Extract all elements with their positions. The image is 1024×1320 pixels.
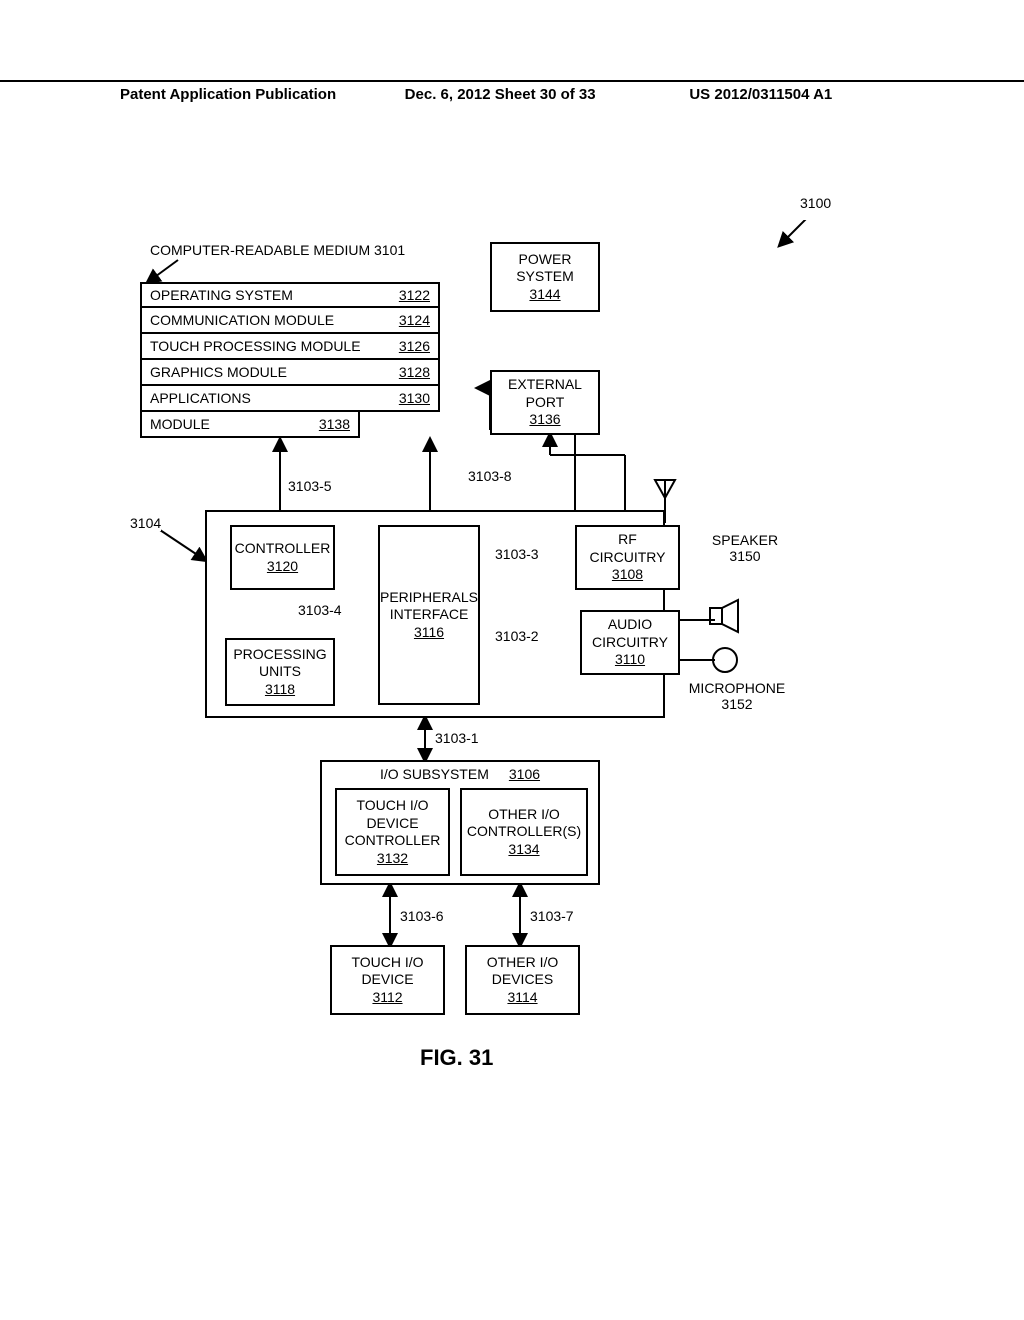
box-audio: AUDIO CIRCUITRY 3110	[580, 610, 680, 675]
processing-label: PROCESSING UNITS	[233, 646, 327, 681]
row-touchproc-label: TOUCH PROCESSING MODULE	[150, 338, 391, 354]
peripherals-label: PERIPHERALS INTERFACE	[380, 589, 478, 624]
ref-3100: 3100	[800, 195, 831, 211]
rf-label: RF CIRCUITRY	[583, 531, 672, 566]
ref-3103-8: 3103-8	[468, 468, 512, 484]
processing-ref: 3118	[265, 681, 295, 699]
box-extport: EXTERNAL PORT 3136	[490, 370, 600, 435]
box-controller: CONTROLLER 3120	[230, 525, 335, 590]
row-graphics: GRAPHICS MODULE 3128	[140, 360, 440, 386]
extport-label: EXTERNAL PORT	[498, 376, 592, 411]
touchctrl-ref: 3132	[377, 850, 408, 868]
controller-label: CONTROLLER	[235, 540, 331, 558]
ref-3103-5: 3103-5	[288, 478, 332, 494]
ref-3103-4: 3103-4	[298, 602, 342, 618]
row-comm-ref: 3124	[399, 312, 430, 328]
row-comm-label: COMMUNICATION MODULE	[150, 312, 391, 328]
microphone-icon	[710, 645, 740, 675]
row-graphics-ref: 3128	[399, 364, 430, 380]
row-module-label: MODULE	[150, 416, 311, 432]
row-os: OPERATING SYSTEM 3122	[140, 282, 440, 308]
touchdev-ref: 3112	[372, 989, 402, 1007]
power-ref: 3144	[529, 286, 560, 304]
power-label: POWER SYSTEM	[498, 251, 592, 286]
ref-3103-2: 3103-2	[495, 628, 539, 644]
speaker-icon	[708, 598, 748, 638]
header-left: Patent Application Publication	[0, 86, 405, 103]
box-power: POWER SYSTEM 3144	[490, 242, 600, 312]
touchdev-label: TOUCH I/O DEVICE	[338, 954, 437, 989]
ref-3104: 3104	[130, 515, 161, 531]
diagram: 3100 COMPUTER-READABLE MEDIUM 3101 OPERA…	[120, 220, 910, 1070]
iosub-ref: 3106	[509, 766, 540, 784]
row-module: MODULE 3138	[140, 412, 360, 438]
box-otherdev: OTHER I/O DEVICES 3114	[465, 945, 580, 1015]
row-apps-label: APPLICATIONS	[150, 390, 391, 406]
row-module-ref: 3138	[319, 416, 350, 432]
figure-caption: FIG. 31	[420, 1045, 493, 1071]
box-peripherals: PERIPHERALS INTERFACE 3116	[378, 525, 480, 705]
touchctrl-label: TOUCH I/O DEVICE CONTROLLER	[343, 797, 442, 850]
audio-label: AUDIO CIRCUITRY	[588, 616, 672, 651]
row-touchproc: TOUCH PROCESSING MODULE 3126	[140, 334, 440, 360]
box-processing: PROCESSING UNITS 3118	[225, 638, 335, 706]
box-touchdev: TOUCH I/O DEVICE 3112	[330, 945, 445, 1015]
row-touchproc-ref: 3126	[399, 338, 430, 354]
otherctrl-label: OTHER I/O CONTROLLER(S)	[467, 806, 581, 841]
box-rf: RF CIRCUITRY 3108	[575, 525, 680, 590]
extport-ref: 3136	[529, 411, 560, 429]
header-mid: Dec. 6, 2012 Sheet 30 of 33	[405, 86, 690, 103]
peripherals-ref: 3116	[414, 624, 444, 642]
box-touchctrl: TOUCH I/O DEVICE CONTROLLER 3132	[335, 788, 450, 876]
rf-ref: 3108	[612, 566, 643, 584]
ref-3103-1: 3103-1	[435, 730, 479, 746]
iosub-label: I/O SUBSYSTEM	[380, 766, 489, 784]
ref-3103-6: 3103-6	[400, 908, 444, 924]
ref-3103-7: 3103-7	[530, 908, 574, 924]
otherdev-ref: 3114	[507, 989, 537, 1007]
otherdev-label: OTHER I/O DEVICES	[473, 954, 572, 989]
header-right: US 2012/0311504 A1	[689, 86, 1024, 103]
box-otherctrl: OTHER I/O CONTROLLER(S) 3134	[460, 788, 588, 876]
row-os-label: OPERATING SYSTEM	[150, 287, 391, 303]
microphone-label: MICROPHONE3152	[682, 680, 792, 712]
audio-ref: 3110	[615, 651, 645, 669]
row-apps-ref: 3130	[399, 390, 430, 406]
speaker-label: SPEAKER3150	[705, 532, 785, 564]
ref-3103-3: 3103-3	[495, 546, 539, 562]
medium-title: COMPUTER-READABLE MEDIUM 3101	[150, 242, 405, 258]
controller-ref: 3120	[267, 558, 298, 576]
row-comm: COMMUNICATION MODULE 3124	[140, 308, 440, 334]
page-header: Patent Application Publication Dec. 6, 2…	[0, 80, 1024, 103]
row-os-ref: 3122	[399, 287, 430, 303]
row-graphics-label: GRAPHICS MODULE	[150, 364, 391, 380]
otherctrl-ref: 3134	[508, 841, 539, 859]
row-apps: APPLICATIONS 3130	[140, 386, 440, 412]
